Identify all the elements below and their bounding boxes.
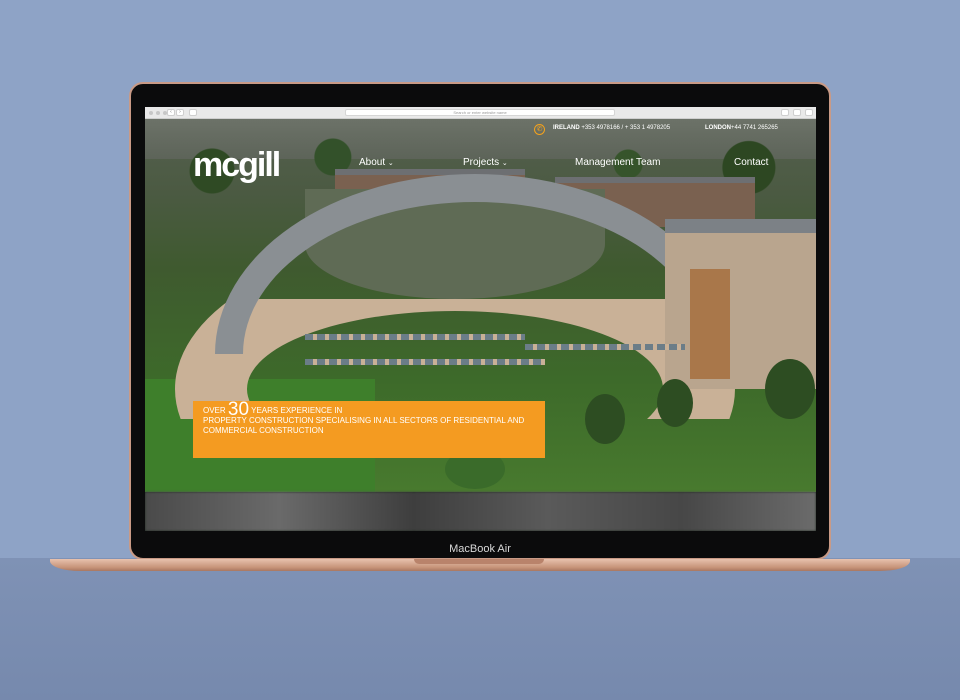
forward-button[interactable]: › — [176, 109, 184, 116]
logo-text: mcgill — [193, 146, 281, 184]
hero-tree — [585, 394, 625, 444]
hero-side-building-brick — [690, 269, 730, 379]
nav-item-about[interactable]: About ⌄ — [359, 157, 394, 168]
london-phone[interactable]: +44 7741 265265 — [731, 125, 778, 131]
laptop-hinge-notch — [414, 559, 544, 564]
nav-label: About — [359, 157, 386, 168]
phone-icon: ✆ — [534, 124, 545, 135]
nav-label: Projects — [463, 157, 500, 168]
hero-tree — [657, 379, 693, 427]
window-controls[interactable] — [149, 111, 167, 115]
banner-experience: EXPERIENCE IN — [280, 406, 343, 415]
close-window-icon[interactable] — [149, 111, 153, 115]
nav-label: Contact — [734, 157, 769, 168]
banner-line-2: PROPERTY CONSTRUCTION SPECIALISING IN AL… — [203, 416, 525, 425]
minimize-window-icon[interactable] — [156, 111, 160, 115]
ireland-contact: IRELAND +353 4978166 / + 353 1 4978205 — [553, 125, 670, 131]
ireland-label: IRELAND — [553, 125, 580, 131]
london-contact: LONDON+44 7741 265265 — [705, 125, 778, 131]
banner-line-1: OVER 30 YEARS EXPERIENCE IN — [203, 400, 535, 419]
chevron-down-icon: ⌄ — [501, 160, 508, 167]
nav-item-projects[interactable]: Projects ⌄ — [463, 157, 508, 168]
new-tab-icon[interactable] — [805, 109, 813, 116]
hero-windows — [525, 344, 685, 350]
device-model-label: MacBook Air — [449, 543, 511, 555]
hero-tree — [765, 359, 815, 419]
chevron-down-icon: ⌄ — [387, 160, 394, 167]
banner-over: OVER — [203, 406, 226, 415]
site-header: mcgill ✆ IRELAND +353 4978166 / + 353 1 … — [145, 119, 816, 189]
desk-surface — [0, 558, 960, 700]
tabs-icon[interactable] — [793, 109, 801, 116]
address-bar[interactable]: Search or enter website name — [345, 109, 615, 116]
sidebar-icon[interactable] — [189, 109, 197, 116]
experience-banner: OVER 30 YEARS EXPERIENCE IN PROPERTY CON… — [193, 400, 545, 458]
nav-label: Management Team — [575, 157, 661, 168]
back-button[interactable]: ‹ — [167, 109, 175, 116]
ireland-phones[interactable]: +353 4978166 / + 353 1 4978205 — [581, 125, 670, 131]
hero-windows — [305, 359, 545, 365]
share-icon[interactable] — [781, 109, 789, 116]
nav-item-management-team[interactable]: Management Team — [575, 157, 660, 168]
site-logo[interactable]: mcgill — [193, 146, 281, 185]
blurred-content-strip — [145, 492, 816, 531]
hero-windows — [305, 334, 525, 340]
laptop-screen: ‹ › Search or enter website name mcgill … — [145, 107, 816, 531]
london-label: LONDON — [705, 125, 731, 131]
browser-toolbar: ‹ › Search or enter website name — [145, 107, 816, 119]
nav-item-contact[interactable]: Contact — [734, 157, 768, 168]
banner-years: YEARS — [251, 406, 279, 415]
banner-line-3: COMMERCIAL CONSTRUCTION — [203, 426, 324, 435]
